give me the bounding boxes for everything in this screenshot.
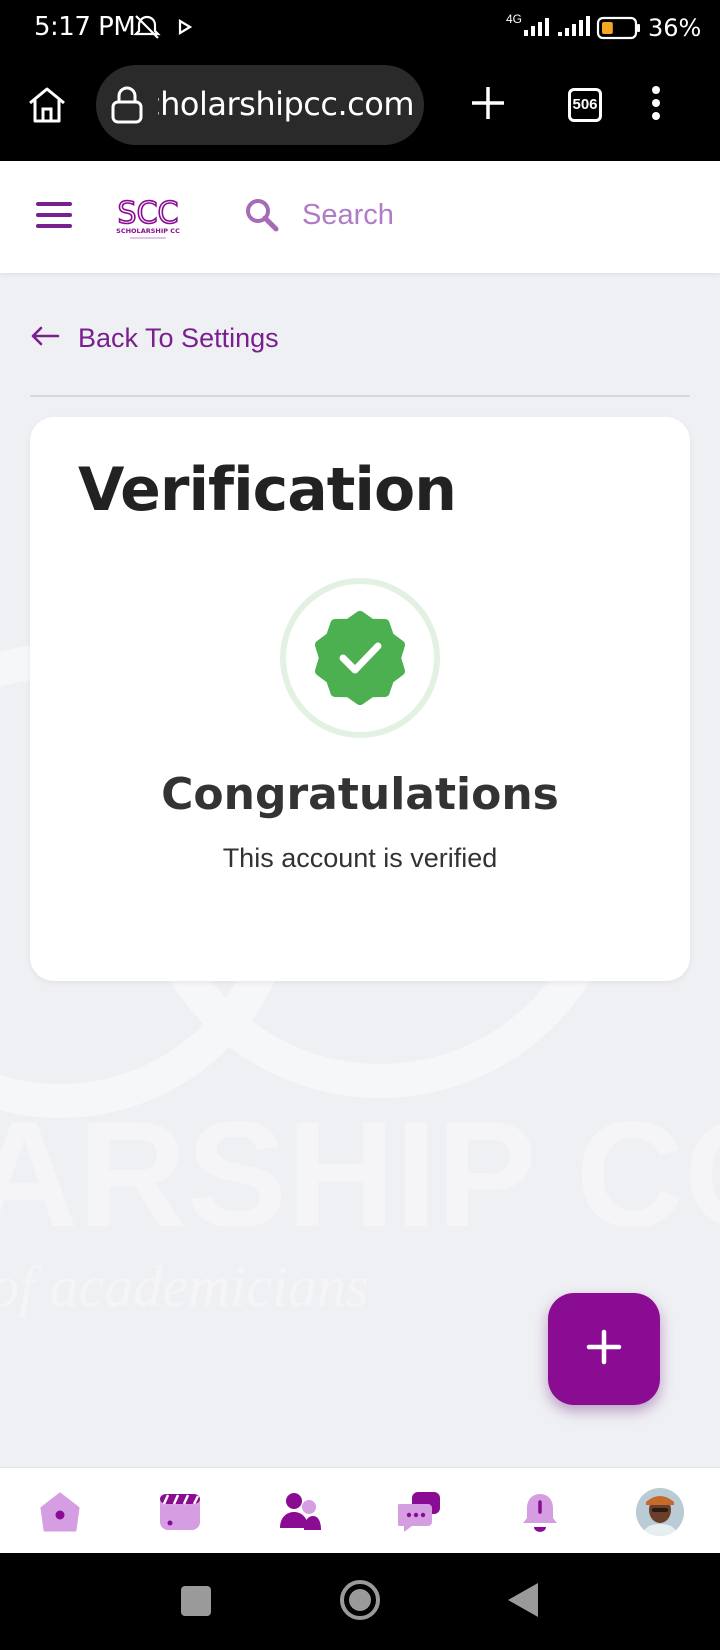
silent-icon	[132, 14, 162, 45]
add-button[interactable]	[548, 1293, 660, 1405]
verification-card: Verification Congratulations This accoun…	[30, 417, 690, 981]
verification-message: This account is verified	[222, 843, 498, 873]
signal-icon	[508, 16, 552, 43]
home-icon[interactable]	[36, 1488, 84, 1536]
congratulations-heading: Congratulations	[161, 769, 559, 820]
watermark-text: ARSHIP CC	[0, 1090, 720, 1258]
tab-switcher-icon[interactable]: 506	[568, 88, 602, 122]
page-content: ARSHIP CC of academicians SCC SCHOLARSHI…	[0, 161, 720, 1553]
home-icon[interactable]	[26, 85, 68, 130]
play-icon	[178, 19, 193, 40]
home-button-icon[interactable]	[338, 1578, 382, 1627]
arrow-left-icon	[30, 323, 60, 354]
divider	[30, 395, 690, 397]
search-icon[interactable]	[244, 197, 280, 238]
people-icon[interactable]	[276, 1488, 324, 1536]
bottom-nav	[0, 1467, 720, 1553]
page-title: Verification	[78, 455, 457, 525]
back-icon[interactable]	[506, 1581, 540, 1624]
signal-icon	[556, 16, 590, 43]
status-time: 5:17 PM	[34, 12, 136, 42]
recents-icon[interactable]	[180, 1585, 212, 1622]
new-tab-icon[interactable]	[468, 83, 508, 128]
bell-icon[interactable]	[516, 1488, 564, 1536]
video-icon[interactable]	[156, 1488, 204, 1536]
avatar[interactable]	[636, 1488, 684, 1536]
logo-subtext: SCHOLARSHIP CC	[116, 227, 180, 235]
logo-text: SCC	[118, 196, 179, 231]
app-header: SCC SCHOLARSHIP CC Search	[0, 161, 720, 273]
lock-icon	[110, 85, 144, 130]
verified-badge-icon	[279, 577, 441, 744]
battery-percent: 36%	[648, 14, 702, 42]
battery-icon	[596, 16, 642, 45]
search-input[interactable]: Search	[302, 199, 394, 232]
more-vert-icon[interactable]	[650, 85, 662, 126]
logo[interactable]: SCC SCHOLARSHIP CC	[112, 195, 184, 248]
url-text[interactable]: scholarshipcc.com	[158, 85, 414, 123]
system-nav-bar	[0, 1553, 720, 1650]
hamburger-menu-icon[interactable]	[36, 201, 72, 234]
chat-icon[interactable]	[396, 1488, 444, 1536]
back-link-label[interactable]: Back To Settings	[78, 323, 279, 354]
plus-icon	[586, 1329, 622, 1370]
watermark-subtext: of academicians	[0, 1254, 369, 1319]
back-to-settings-link[interactable]: Back To Settings	[30, 323, 279, 354]
url-bar[interactable]: scholarshipcc.com	[96, 65, 424, 145]
browser-toolbar: scholarshipcc.com 506	[0, 55, 720, 161]
status-bar: 5:17 PM 4G 36%	[0, 0, 720, 55]
